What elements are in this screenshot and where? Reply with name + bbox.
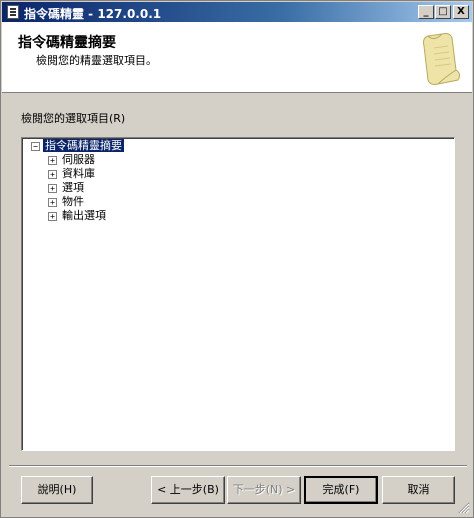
tree-item-output-options[interactable]: 輸出選項 xyxy=(62,209,106,222)
tree-root-label[interactable]: 指令碼精靈摘要 xyxy=(43,139,124,152)
app-icon xyxy=(7,5,19,19)
back-button[interactable]: < 上一步(B) xyxy=(151,476,225,504)
tree-item-database[interactable]: 資料庫 xyxy=(62,167,95,180)
cancel-button[interactable]: 取消 xyxy=(382,476,455,504)
maximize-button[interactable]: □ xyxy=(435,5,451,19)
footer-divider xyxy=(9,465,467,467)
page-subtitle: 檢閱您的精靈選取項目。 xyxy=(36,54,157,67)
title-bar[interactable]: 指令碼精靈 - 127.0.0.1 _ □ X xyxy=(2,2,472,22)
finish-button[interactable]: 完成(F) xyxy=(304,476,378,504)
wizard-header: 指令碼精靈摘要 檢閱您的精靈選取項目。 xyxy=(2,22,472,93)
tree-item-objects[interactable]: 物件 xyxy=(62,195,84,208)
expand-icon[interactable]: + xyxy=(48,212,57,221)
expand-icon[interactable]: + xyxy=(48,198,57,207)
expand-icon[interactable]: + xyxy=(48,156,57,165)
page-title: 指令碼精靈摘要 xyxy=(18,35,116,51)
scroll-icon xyxy=(423,33,461,85)
wizard-window: 指令碼精靈 - 127.0.0.1 _ □ X 指令碼精靈摘要 檢閱您的精靈選取… xyxy=(0,0,474,518)
summary-tree[interactable]: − 指令碼精靈摘要 + 伺服器 + 資料庫 + 選項 + 物件 + 輸出選項 xyxy=(21,137,455,451)
minimize-button[interactable]: _ xyxy=(418,5,434,19)
expand-icon[interactable]: + xyxy=(48,170,57,179)
tree-item-server[interactable]: 伺服器 xyxy=(62,153,95,166)
expand-icon[interactable]: + xyxy=(48,184,57,193)
selection-label: 檢閱您的選取項目(R) xyxy=(21,112,126,125)
next-button[interactable]: 下一步(N) > xyxy=(227,476,301,504)
tree-root[interactable]: 指令碼精靈摘要 xyxy=(43,139,124,152)
collapse-icon[interactable]: − xyxy=(31,142,40,151)
help-button[interactable]: 說明(H) xyxy=(21,476,93,504)
window-title: 指令碼精靈 - 127.0.0.1 xyxy=(24,7,162,21)
close-button[interactable]: X xyxy=(453,5,469,19)
resize-grip-icon[interactable] xyxy=(458,502,470,514)
tree-item-options[interactable]: 選項 xyxy=(62,181,84,194)
